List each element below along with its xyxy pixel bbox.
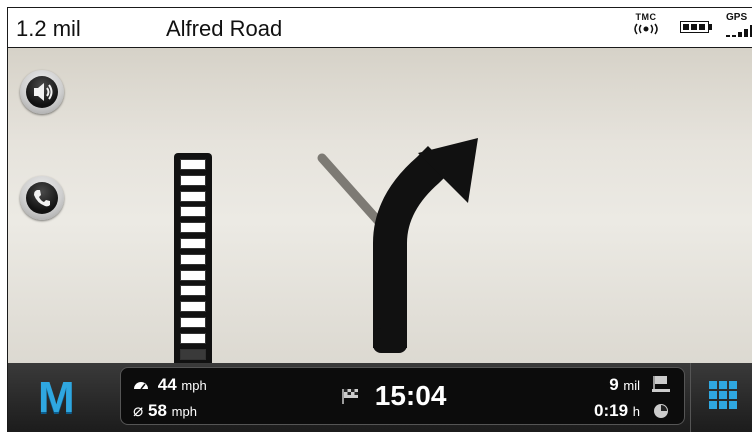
current-speed-value: 44 xyxy=(157,375,177,394)
tmc-signal-icon xyxy=(634,23,658,35)
navigation-screen: 1.2 mil Alfred Road TMC GPS M 44 mph ⌀ 5… xyxy=(0,0,752,432)
phone-button[interactable] xyxy=(20,176,64,220)
top-status-bar: 1.2 mil Alfred Road TMC GPS xyxy=(7,7,752,48)
grid-menu-icon-cell xyxy=(709,401,717,409)
distance-remaining-unit: mil xyxy=(623,378,640,393)
speaker-icon xyxy=(34,83,53,101)
grid-menu-icon-cell xyxy=(729,401,737,409)
gps-indicator[interactable]: GPS xyxy=(726,12,752,42)
distance-remaining-value: 9 xyxy=(609,375,619,394)
menu-button[interactable]: M xyxy=(16,363,106,432)
lane-assist-segment xyxy=(180,206,206,218)
time-remaining: 0:19 h xyxy=(594,401,640,421)
phone-icon xyxy=(34,190,50,207)
lane-assist-segment xyxy=(180,190,206,202)
speed-limit-value: 58 xyxy=(147,401,167,420)
lane-assist-segment xyxy=(180,269,206,281)
lane-assist-segment xyxy=(180,238,206,249)
lane-assist-segment xyxy=(180,285,206,297)
current-speed-unit: mph xyxy=(181,378,207,393)
turn-right-arrow xyxy=(317,138,478,353)
grid-menu-icon-cell xyxy=(729,391,737,399)
grid-menu-icon-cell xyxy=(719,391,727,399)
grid-menu-button[interactable] xyxy=(690,363,752,432)
grid-menu-icon-cell xyxy=(709,391,717,399)
next-turn-distance: 1.2 mil xyxy=(16,16,81,41)
arrival-time: 15:04 xyxy=(341,380,446,412)
grid-menu-icon-cell xyxy=(709,381,717,389)
distance-flag-icon xyxy=(652,376,670,392)
lane-assist-segment xyxy=(180,222,206,234)
current-speed: 44 mph xyxy=(133,375,207,395)
time-remaining-unit: h xyxy=(632,404,640,419)
volume-button[interactable] xyxy=(20,70,64,114)
battery-icon xyxy=(680,21,712,33)
lane-assist-segment xyxy=(180,317,206,328)
time-clock-icon xyxy=(654,404,668,418)
distance-remaining: 9 mil xyxy=(609,375,640,395)
lane-assist-segment xyxy=(180,348,206,360)
map-view[interactable] xyxy=(7,48,752,401)
arrival-time-value: 15:04 xyxy=(374,380,447,411)
speed-limit: ⌀ 58 mph xyxy=(133,401,197,421)
destination-flag-icon xyxy=(342,389,358,404)
gps-signal-icon xyxy=(726,25,752,37)
speed-limit-icon: ⌀ xyxy=(133,401,144,420)
gps-label: GPS xyxy=(726,12,748,23)
menu-label: M xyxy=(38,373,75,422)
lane-assist-segment xyxy=(180,253,206,265)
trip-info-panel[interactable]: 44 mph ⌀ 58 mph 15:04 9 mil 0:19 h xyxy=(120,367,685,425)
time-remaining-value: 0:19 xyxy=(594,401,629,420)
grid-menu-icon-cell xyxy=(719,401,727,409)
lane-assist-segment xyxy=(180,159,206,170)
lane-assist-segment xyxy=(180,332,206,344)
lane-assist-segment xyxy=(180,301,206,313)
speed-limit-unit: mph xyxy=(171,404,197,419)
grid-menu-icon-cell xyxy=(729,381,737,389)
lane-assist-segment xyxy=(180,174,206,186)
next-street-name: Alfred Road xyxy=(166,16,283,41)
tmc-indicator[interactable]: TMC xyxy=(628,12,664,42)
bottom-info-bar: M 44 mph ⌀ 58 mph 15:04 9 mil 0:19 h xyxy=(7,363,752,432)
tmc-label: TMC xyxy=(635,12,657,22)
grid-menu-icon-cell xyxy=(719,381,727,389)
speedometer-icon xyxy=(134,382,148,390)
